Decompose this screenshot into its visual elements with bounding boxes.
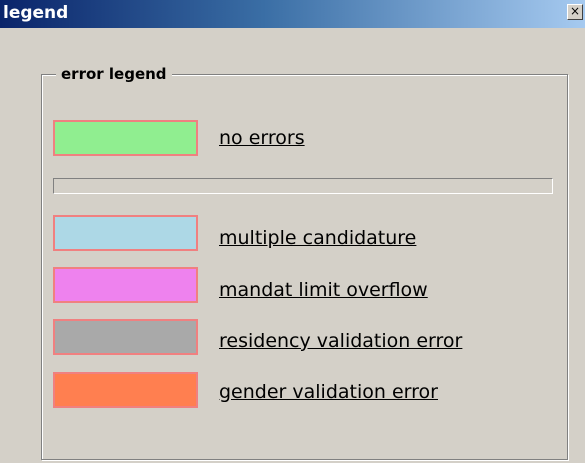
legend-label-residency-validation-error[interactable]: residency validation error xyxy=(219,329,462,353)
close-button[interactable]: × xyxy=(567,4,583,20)
groupbox-title: error legend xyxy=(56,64,172,84)
legend-label-gender-validation-error[interactable]: gender validation error xyxy=(219,380,438,404)
window-client-area: error legend no errors multiple candidat… xyxy=(0,28,585,463)
swatch-multiple-candidature xyxy=(53,215,198,251)
legend-label-no-errors[interactable]: no errors xyxy=(219,126,305,150)
swatch-no-errors xyxy=(53,120,198,156)
swatch-residency-validation-error xyxy=(53,319,198,355)
legend-label-mandat-limit-overflow[interactable]: mandat limit overflow xyxy=(219,278,428,302)
legend-window: legend × error legend no errors multiple… xyxy=(0,0,585,463)
swatch-mandat-limit-overflow xyxy=(53,267,198,303)
close-icon: × xyxy=(569,4,581,18)
legend-label-multiple-candidature[interactable]: multiple candidature xyxy=(219,226,416,250)
swatch-gender-validation-error xyxy=(53,372,198,408)
title-bar[interactable]: legend × xyxy=(0,0,585,28)
window-title: legend xyxy=(3,3,69,23)
separator xyxy=(53,178,553,194)
